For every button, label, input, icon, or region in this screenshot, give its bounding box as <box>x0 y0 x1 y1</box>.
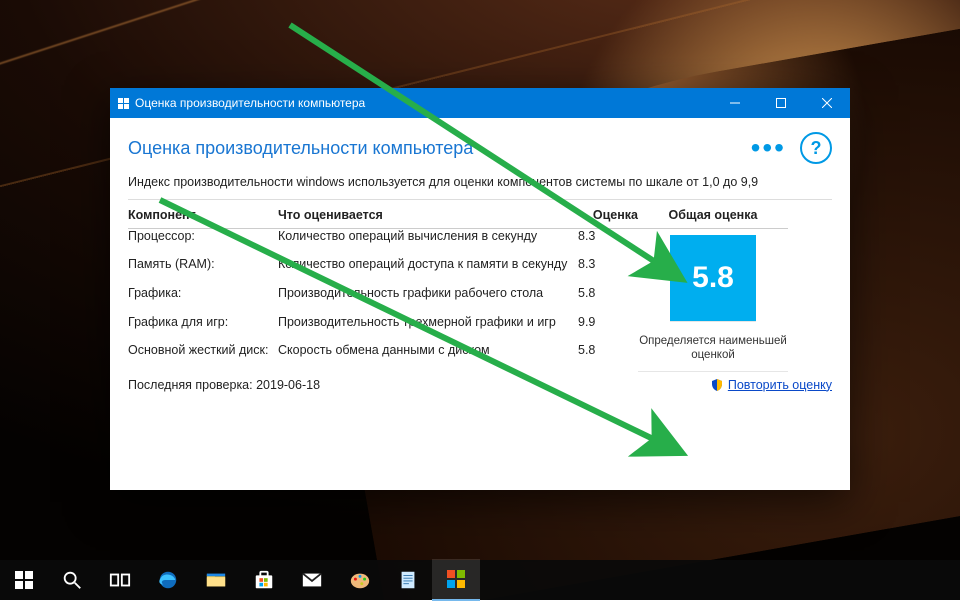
windows-logo-color-icon <box>447 570 465 588</box>
row-component: Графика для игр: <box>128 315 278 344</box>
store-icon <box>253 569 275 591</box>
titlebar[interactable]: Оценка производительности компьютера <box>110 88 850 118</box>
search-icon <box>61 569 83 591</box>
row-subject: Скорость обмена данными с диском <box>278 343 578 372</box>
minimize-button[interactable] <box>712 88 758 118</box>
row-score: 5.8 <box>578 343 638 372</box>
edge-icon <box>157 569 179 591</box>
app-icon <box>118 98 129 109</box>
row-subject: Производительность графики рабочего стол… <box>278 286 578 315</box>
row-subject: Количество операций доступа к памяти в с… <box>278 257 578 286</box>
col-score: Оценка <box>578 200 638 229</box>
taskbar-mail[interactable] <box>288 560 336 600</box>
start-button[interactable] <box>0 560 48 600</box>
row-subject: Количество операций вычисления в секунду <box>278 229 578 258</box>
row-score: 8.3 <box>578 257 638 286</box>
help-button[interactable]: ? <box>800 132 832 164</box>
taskbar-store[interactable] <box>240 560 288 600</box>
row-component: Основной жесткий диск: <box>128 343 278 372</box>
row-score: 9.9 <box>578 315 638 344</box>
row-component: Графика: <box>128 286 278 315</box>
row-score: 8.3 <box>578 229 638 258</box>
taskbar-wei-app[interactable] <box>432 559 480 601</box>
windows-logo-icon <box>15 571 33 589</box>
row-component: Память (RAM): <box>128 257 278 286</box>
taskbar <box>0 560 960 600</box>
shield-icon <box>710 378 724 392</box>
overall-score-box: 5.8 <box>670 235 756 322</box>
col-overall: Общая оценка <box>638 200 788 229</box>
rerun-link[interactable]: Повторить оценку <box>710 378 832 392</box>
overall-note: Определяется наименьшей оценкой <box>638 326 788 372</box>
row-subject: Производительность трехмерной графики и … <box>278 315 578 344</box>
col-component: Компонент <box>128 200 278 229</box>
overall-cell: 5.8 Определяется наименьшей оценкой <box>638 229 788 372</box>
taskbar-paint[interactable] <box>336 560 384 600</box>
page-heading: Оценка производительности компьютера <box>128 138 473 159</box>
notepad-icon <box>397 569 419 591</box>
row-component: Процессор: <box>128 229 278 258</box>
search-button[interactable] <box>48 560 96 600</box>
window-title: Оценка производительности компьютера <box>135 96 365 110</box>
taskbar-notepad[interactable] <box>384 560 432 600</box>
taskbar-edge[interactable] <box>144 560 192 600</box>
folder-icon <box>205 569 227 591</box>
taskbar-explorer[interactable] <box>192 560 240 600</box>
wei-window: Оценка производительности компьютера Оце… <box>110 88 850 490</box>
last-check-label: Последняя проверка: 2019-06-18 <box>128 378 320 392</box>
maximize-button[interactable] <box>758 88 804 118</box>
more-button[interactable]: ••• <box>751 143 786 153</box>
row-score: 5.8 <box>578 286 638 315</box>
mail-icon <box>301 569 323 591</box>
taskview-button[interactable] <box>96 560 144 600</box>
taskview-icon <box>109 569 131 591</box>
col-subject: Что оценивается <box>278 200 578 229</box>
description-text: Индекс производительности windows исполь… <box>128 174 768 191</box>
paint-icon <box>349 569 371 591</box>
close-button[interactable] <box>804 88 850 118</box>
rerun-label: Повторить оценку <box>728 378 832 392</box>
score-table: Компонент Что оценивается Оценка Общая о… <box>128 199 832 372</box>
